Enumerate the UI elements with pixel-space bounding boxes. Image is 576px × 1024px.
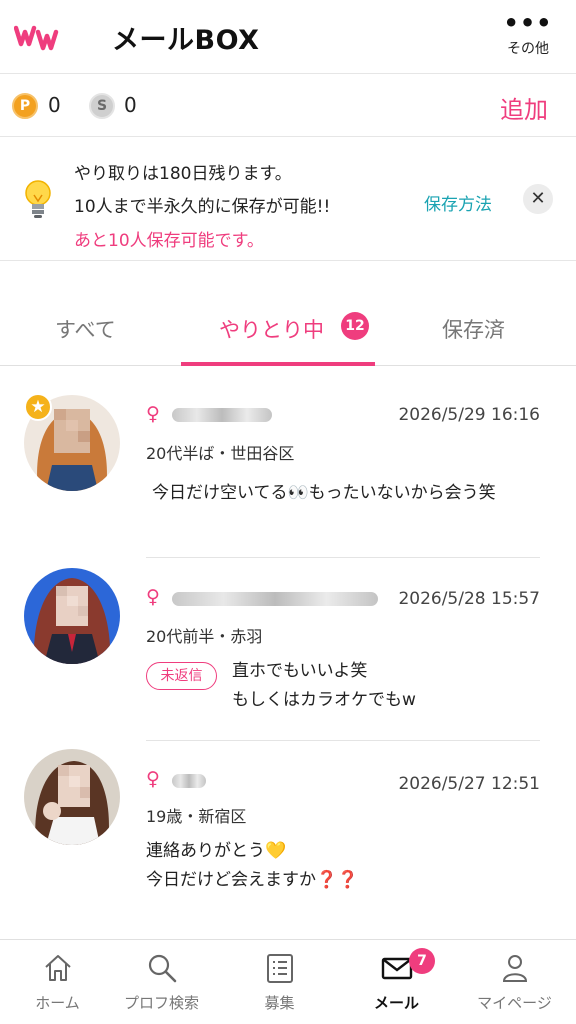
message-preview-line: もしくはカラオケでもw bbox=[232, 690, 416, 710]
save-method-link[interactable]: 保存方法 bbox=[424, 190, 492, 215]
home-icon bbox=[42, 952, 74, 984]
blurred-username bbox=[172, 592, 378, 606]
active-tab-indicator bbox=[181, 362, 375, 366]
p-coin-icon: P bbox=[12, 93, 38, 119]
app-header: メールBOX ••• その他 bbox=[0, 0, 576, 74]
list-icon bbox=[264, 952, 296, 984]
close-notice-button[interactable]: ✕ bbox=[523, 184, 553, 214]
save-notice: やり取りは180日残ります。 10人まで半永久的に保存が可能!! あと10人保存… bbox=[0, 137, 576, 261]
bottom-nav: ホーム プロフ検索 募集 メール 7 マイページ bbox=[0, 939, 576, 1024]
search-icon bbox=[146, 952, 178, 984]
message-item[interactable]: ♀ 2026/5/27 12:51 19歳・新宿区 連絡ありがとう💛 今日だけど… bbox=[0, 741, 576, 921]
mail-icon bbox=[381, 952, 413, 984]
nav-recruit[interactable]: 募集 bbox=[222, 940, 337, 1024]
message-preview: 今日だけ空いてる👀もったいないから会う笑 bbox=[152, 483, 496, 503]
message-date: 2026/5/29 16:16 bbox=[398, 405, 540, 425]
tab-in-progress[interactable]: やりとり中 bbox=[219, 314, 324, 344]
nav-home[interactable]: ホーム bbox=[0, 940, 115, 1024]
notice-line-2: 10人まで半永久的に保存が可能!! bbox=[74, 197, 331, 217]
add-points-button[interactable]: 追加 bbox=[500, 90, 548, 125]
message-date: 2026/5/27 12:51 bbox=[398, 774, 540, 794]
tab-all[interactable]: すべて bbox=[55, 314, 116, 344]
nav-label: メール bbox=[373, 994, 419, 1012]
person-icon bbox=[499, 952, 531, 984]
notice-line-1: やり取りは180日残ります。 bbox=[74, 164, 292, 184]
user-meta: 20代前半・赤羽 bbox=[146, 627, 263, 646]
more-label: その他 bbox=[507, 41, 549, 57]
female-icon: ♀ bbox=[146, 403, 160, 425]
user-meta: 20代半ば・世田谷区 bbox=[146, 444, 295, 463]
blurred-username bbox=[172, 408, 272, 422]
female-icon: ♀ bbox=[146, 586, 160, 608]
female-icon: ♀ bbox=[146, 768, 160, 790]
nav-mail[interactable]: メール bbox=[339, 940, 454, 1024]
nav-profile-search[interactable]: プロフ検索 bbox=[104, 940, 219, 1024]
tab-saved[interactable]: 保存済 bbox=[442, 314, 505, 344]
avatar bbox=[24, 749, 120, 845]
lightbulb-icon bbox=[20, 177, 56, 221]
p-points-value: 0 bbox=[48, 93, 61, 117]
message-preview-line: 直ホでもいいよ笑 bbox=[232, 661, 368, 681]
page-title: メールBOX bbox=[112, 25, 260, 56]
mail-unread-badge: 7 bbox=[409, 948, 435, 974]
message-item[interactable]: ★ ♀ 2026/5/29 16:16 20代半ば・世田谷区 今日だけ空いてる👀… bbox=[0, 367, 576, 557]
nav-label: ホーム bbox=[35, 994, 80, 1012]
s-points-value: 0 bbox=[124, 93, 137, 117]
notice-line-3: あと10人保存可能です。 bbox=[74, 231, 264, 251]
ww-logo-icon[interactable] bbox=[13, 22, 60, 52]
message-item[interactable]: ♀ 2026/5/28 15:57 20代前半・赤羽 未返信 直ホでもいいよ笑 … bbox=[0, 558, 576, 740]
more-dots-icon: ••• bbox=[503, 9, 553, 37]
message-tabs: すべて やりとり中 12 保存済 bbox=[0, 290, 576, 366]
more-menu-button[interactable]: ••• その他 bbox=[498, 10, 558, 66]
nav-mypage[interactable]: マイページ bbox=[457, 940, 572, 1024]
tab-in-progress-badge: 12 bbox=[341, 312, 369, 340]
nav-label: プロフ検索 bbox=[123, 994, 199, 1012]
user-meta: 19歳・新宿区 bbox=[146, 807, 247, 826]
favorite-star-icon: ★ bbox=[24, 393, 52, 421]
message-preview-line: 今日だけど会えますか❓❓ bbox=[146, 870, 359, 890]
blurred-username bbox=[172, 774, 206, 788]
s-coin-icon: S bbox=[89, 93, 115, 119]
message-date: 2026/5/28 15:57 bbox=[398, 589, 540, 609]
avatar bbox=[24, 568, 120, 664]
points-bar: P 0 S 0 追加 bbox=[0, 74, 576, 137]
unreplied-badge: 未返信 bbox=[146, 662, 217, 690]
nav-label: マイページ bbox=[477, 994, 552, 1012]
message-preview-line: 連絡ありがとう💛 bbox=[146, 841, 287, 861]
nav-label: 募集 bbox=[264, 994, 295, 1012]
